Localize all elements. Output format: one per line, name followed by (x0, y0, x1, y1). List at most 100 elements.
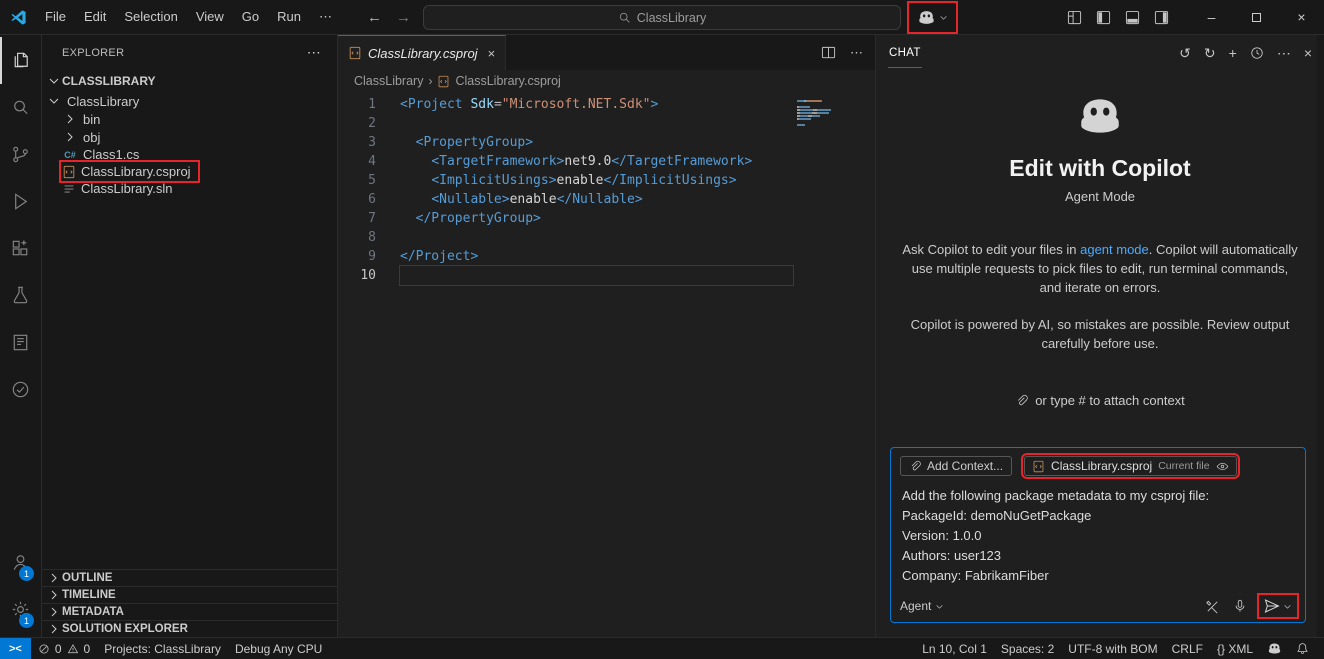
status-spaces-2[interactable]: Spaces: 2 (994, 642, 1061, 656)
maximize-button[interactable] (1234, 0, 1279, 34)
section-metadata[interactable]: METADATA (42, 603, 337, 620)
status-xml[interactable]: {} XML (1210, 642, 1260, 656)
search-view-icon[interactable] (0, 84, 41, 131)
extensions-icon[interactable] (0, 225, 41, 272)
tab-classlibrary-csproj[interactable]: ClassLibrary.csproj × (338, 35, 506, 70)
code-line-5[interactable]: 5 <ImplicitUsings>enable</ImplicitUsings… (338, 171, 875, 190)
tree-item-obj[interactable]: obj (42, 128, 337, 146)
testing-icon[interactable] (0, 272, 41, 319)
chevron-right-icon (62, 129, 78, 145)
status-ln-10-col-1[interactable]: Ln 10, Col 1 (915, 642, 994, 656)
tools-icon[interactable] (1205, 599, 1220, 614)
chat-paragraph-1: Ask Copilot to edit your files in agent … (902, 240, 1298, 297)
history-icon[interactable] (1250, 46, 1264, 60)
code-line-6[interactable]: 6 <Nullable>enable</Nullable> (338, 190, 875, 209)
chevron-down-icon (939, 13, 948, 22)
chat-input-box[interactable]: Add Context... ClassLibrary.csproj Curre… (890, 447, 1306, 623)
command-center-search[interactable]: ClassLibrary (423, 5, 901, 30)
accounts-icon[interactable]: 1 (0, 539, 41, 586)
current-file-chip[interactable]: ClassLibrary.csproj Current file (1024, 456, 1237, 476)
section-solution-explorer[interactable]: SOLUTION EXPLORER (42, 620, 337, 637)
editor-group: ClassLibrary.csproj × ⋯ ClassLibrary › C… (338, 35, 875, 637)
explorer-icon[interactable] (0, 37, 41, 84)
mode-dropdown[interactable]: Agent (900, 599, 944, 613)
menu-more[interactable]: ⋯ (310, 6, 341, 28)
build-config-status[interactable]: Debug Any CPU (228, 642, 329, 656)
code-line-2[interactable]: 2 (338, 114, 875, 133)
copilot-titlebar-button[interactable] (910, 4, 955, 31)
tab-chat[interactable]: CHAT (888, 38, 922, 68)
status-utf-8-with-bom[interactable]: UTF-8 with BOM (1061, 642, 1164, 656)
remote-indicator[interactable]: >< (0, 638, 31, 659)
redo-icon[interactable]: ↻ (1204, 45, 1216, 62)
forward-icon[interactable]: → (396, 9, 411, 26)
docs-view-icon[interactable] (0, 319, 41, 366)
check-circle-view-icon[interactable] (0, 366, 41, 413)
menu-selection[interactable]: Selection (115, 6, 186, 28)
settings-gear-icon[interactable]: 1 (0, 586, 41, 633)
code-line-3[interactable]: 3 <PropertyGroup> (338, 133, 875, 152)
source-control-icon[interactable] (0, 131, 41, 178)
code-line-9[interactable]: 9</Project> (338, 247, 875, 266)
status-crlf[interactable]: CRLF (1165, 642, 1210, 656)
section-outline[interactable]: OUTLINE (42, 569, 337, 586)
menubar: FileEditSelectionViewGoRun⋯ (36, 6, 341, 28)
vscode-logo-icon (0, 9, 36, 26)
menu-go[interactable]: Go (233, 6, 268, 28)
copilot-status-icon[interactable] (1260, 641, 1289, 656)
line-number: 6 (338, 190, 400, 209)
line-content: <Nullable>enable</Nullable> (400, 190, 793, 209)
toggle-sidebar-icon[interactable] (1096, 10, 1111, 25)
tree-item-classlibrary-sln[interactable]: ClassLibrary.sln (42, 180, 337, 197)
run-debug-icon[interactable] (0, 178, 41, 225)
minimap[interactable] (797, 100, 859, 130)
code-line-8[interactable]: 8 (338, 228, 875, 247)
undo-icon[interactable]: ↺ (1179, 45, 1191, 62)
back-icon[interactable]: ← (367, 9, 382, 26)
split-editor-icon[interactable] (821, 45, 836, 60)
sidebar-header: EXPLORER ⋯ (42, 35, 337, 70)
menu-view[interactable]: View (187, 6, 233, 28)
tree-item-classlibrary-csproj[interactable]: ClassLibrary.csproj (42, 163, 337, 180)
csproj-file-icon (62, 165, 76, 179)
breadcrumb-item-file[interactable]: ClassLibrary.csproj (455, 74, 560, 88)
close-panel-icon[interactable]: × (1304, 45, 1312, 61)
projects-status[interactable]: Projects: ClassLibrary (97, 642, 228, 656)
tree-item-classlibrary[interactable]: ClassLibrary (42, 92, 337, 110)
tree-item-bin[interactable]: bin (42, 110, 337, 128)
menu-run[interactable]: Run (268, 6, 310, 28)
code-line-4[interactable]: 4 <TargetFramework>net9.0</TargetFramewo… (338, 152, 875, 171)
toggle-secondary-sidebar-icon[interactable] (1154, 10, 1169, 25)
notifications-bell-icon[interactable] (1289, 642, 1316, 655)
new-chat-icon[interactable]: + (1229, 45, 1237, 61)
tree-item-class1-cs[interactable]: C#Class1.cs (42, 146, 337, 163)
code-line-10[interactable]: 10 (338, 266, 875, 285)
eye-icon[interactable] (1216, 460, 1229, 473)
problems-status[interactable]: 0 0 (31, 642, 97, 656)
line-content: <TargetFramework>net9.0</TargetFramework… (400, 152, 793, 171)
minimize-button[interactable]: – (1189, 0, 1234, 34)
code-editor[interactable]: 1<Project Sdk="Microsoft.NET.Sdk">23 <Pr… (338, 92, 875, 637)
customize-layout-icon[interactable] (1067, 10, 1082, 25)
chat-prompt-text[interactable]: Add the following package metadata to my… (900, 476, 1296, 594)
more-actions-icon[interactable]: ⋯ (850, 45, 863, 61)
close-button[interactable]: × (1279, 0, 1324, 34)
menu-edit[interactable]: Edit (75, 6, 115, 28)
more-actions-icon[interactable]: ⋯ (307, 44, 321, 61)
code-line-7[interactable]: 7 </PropertyGroup> (338, 209, 875, 228)
add-context-button[interactable]: Add Context... (900, 456, 1012, 476)
close-tab-icon[interactable]: × (488, 46, 496, 61)
send-button[interactable] (1260, 596, 1296, 616)
toggle-panel-icon[interactable] (1125, 10, 1140, 25)
chat-scrollbar[interactable] (1317, 35, 1324, 637)
code-line-1[interactable]: 1<Project Sdk="Microsoft.NET.Sdk"> (338, 95, 875, 114)
chevron-right-icon (46, 587, 62, 603)
line-number: 2 (338, 114, 400, 133)
explorer-root-section[interactable]: CLASSLIBRARY (42, 70, 337, 92)
breadcrumb-item-folder[interactable]: ClassLibrary (354, 74, 423, 88)
mic-icon[interactable] (1233, 599, 1247, 613)
agent-mode-link[interactable]: agent mode (1080, 242, 1149, 257)
section-timeline[interactable]: TIMELINE (42, 586, 337, 603)
more-actions-icon[interactable]: ⋯ (1277, 45, 1291, 62)
menu-file[interactable]: File (36, 6, 75, 28)
